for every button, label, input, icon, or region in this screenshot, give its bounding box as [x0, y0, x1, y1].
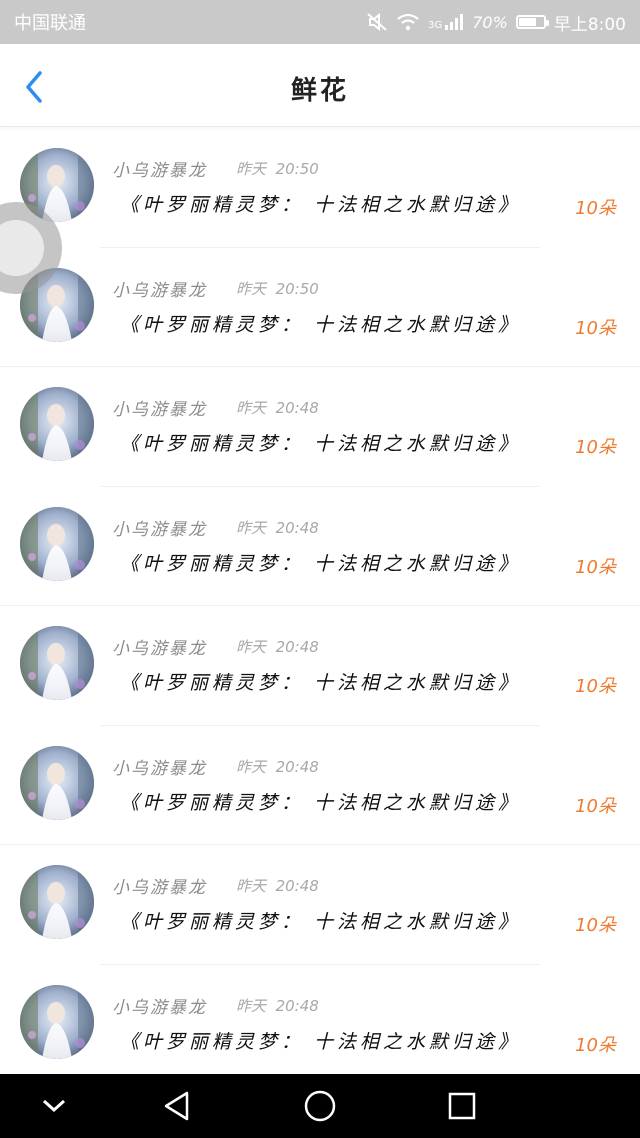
sender-username[interactable]: 小乌游暴龙	[112, 634, 207, 659]
sent-day: 昨天	[236, 279, 267, 298]
sent-day: 昨天	[236, 877, 267, 895]
sent-clock: 20:48	[275, 638, 319, 656]
flower-count: 10朵	[575, 317, 616, 339]
sent-day: 昨天	[236, 518, 267, 537]
home-circle-icon	[304, 1090, 336, 1122]
mute-icon	[366, 12, 388, 32]
book-title[interactable]: 《叶罗丽精灵梦： 十法相之水默归途》	[120, 788, 521, 815]
avatar[interactable]	[20, 506, 94, 581]
book-title[interactable]: 《叶罗丽精灵梦： 十法相之水默归途》	[120, 907, 521, 934]
list-item[interactable]: 小乌游暴龙 昨天 20:50 《叶罗丽精灵梦： 十法相之水默归途》 10朵	[0, 248, 640, 367]
battery-percent: 70%	[472, 12, 508, 32]
sent-clock: 20:48	[275, 518, 319, 537]
flower-count: 10朵	[575, 1034, 616, 1056]
book-title[interactable]: 《叶罗丽精灵梦： 十法相之水默归途》	[120, 310, 521, 337]
flower-count: 10朵	[575, 795, 616, 817]
status-icons: 3G 70% 早上8:00	[366, 10, 626, 35]
avatar[interactable]	[20, 984, 94, 1059]
flower-count: 10朵	[575, 915, 616, 936]
sent-time: 昨天 20:48	[236, 397, 319, 418]
avatar[interactable]	[20, 387, 94, 461]
flower-count: 10朵	[575, 198, 616, 219]
status-time: 早上8:00	[553, 14, 626, 35]
wifi-icon	[396, 13, 420, 31]
book-title[interactable]: 《叶罗丽精灵梦： 十法相之水默归途》	[120, 668, 521, 695]
nav-recents-button[interactable]	[444, 1088, 480, 1124]
sent-time: 昨天 20:50	[236, 278, 319, 299]
sent-day: 昨天	[236, 638, 267, 656]
book-title[interactable]: 《叶罗丽精灵梦： 十法相之水默归途》	[120, 1027, 521, 1054]
system-nav-bar	[0, 1074, 640, 1138]
sent-time: 昨天 20:48	[236, 517, 319, 538]
back-triangle-icon	[164, 1091, 189, 1121]
battery-icon	[515, 15, 549, 29]
nav-back-button[interactable]	[160, 1088, 196, 1124]
avatar[interactable]	[20, 626, 94, 700]
sent-day: 昨天	[236, 160, 267, 178]
book-title[interactable]: 《叶罗丽精灵梦： 十法相之水默归途》	[120, 190, 521, 217]
page-title: 鲜花	[290, 76, 349, 106]
list-item[interactable]: 小乌游暴龙 昨天 20:48 《叶罗丽精灵梦： 十法相之水默归途》 10朵	[0, 845, 640, 965]
sender-username[interactable]: 小乌游暴龙	[112, 873, 207, 898]
floating-assist-inner	[0, 220, 44, 276]
list-item[interactable]: 小乌游暴龙 昨天 20:48 《叶罗丽精灵梦： 十法相之水默归途》 10朵	[0, 965, 640, 1073]
sender-username[interactable]: 小乌游暴龙	[112, 156, 207, 181]
sent-time: 昨天 20:48	[236, 756, 319, 777]
sent-clock: 20:48	[275, 399, 319, 417]
status-bar: 中国联通 3G 70% 早上8:00	[0, 0, 640, 44]
sent-clock: 20:48	[275, 877, 319, 895]
carrier-label: 中国联通	[14, 13, 86, 34]
sent-clock: 20:48	[275, 996, 319, 1015]
list-item[interactable]: 小乌游暴龙 昨天 20:50 《叶罗丽精灵梦： 十法相之水默归途》 10朵	[0, 128, 640, 248]
sender-username[interactable]: 小乌游暴龙	[112, 395, 207, 420]
collapse-nav-button[interactable]	[36, 1088, 72, 1124]
sender-username[interactable]: 小乌游暴龙	[112, 754, 207, 779]
network-label: 3G	[428, 19, 443, 31]
avatar[interactable]	[20, 865, 94, 939]
flower-count: 10朵	[575, 437, 616, 458]
sent-day: 昨天	[236, 996, 267, 1015]
sent-clock: 20:48	[275, 757, 319, 776]
sent-day: 昨天	[236, 757, 267, 776]
sent-time: 昨天 20:48	[236, 636, 319, 657]
flower-count: 10朵	[575, 556, 616, 578]
sent-time: 昨天 20:50	[236, 158, 319, 179]
signal-icon	[444, 13, 464, 31]
sent-time: 昨天 20:48	[236, 875, 319, 896]
list-item[interactable]: 小乌游暴龙 昨天 20:48 《叶罗丽精灵梦： 十法相之水默归途》 10朵	[0, 726, 640, 845]
battery-level	[518, 18, 536, 26]
top-header: 鲜花	[0, 44, 640, 127]
sender-username[interactable]: 小乌游暴龙	[112, 515, 207, 540]
flower-record-list: 小乌游暴龙 昨天 20:50 《叶罗丽精灵梦： 十法相之水默归途》 10朵 小乌…	[0, 128, 640, 1072]
list-item[interactable]: 小乌游暴龙 昨天 20:48 《叶罗丽精灵梦： 十法相之水默归途》 10朵	[0, 487, 640, 606]
sender-username[interactable]: 小乌游暴龙	[112, 993, 207, 1018]
sent-clock: 20:50	[275, 279, 319, 298]
sent-day: 昨天	[236, 399, 267, 417]
chevron-down-icon	[42, 1099, 66, 1113]
book-title[interactable]: 《叶罗丽精灵梦： 十法相之水默归途》	[120, 429, 521, 456]
sender-username[interactable]: 小乌游暴龙	[112, 276, 207, 301]
list-item[interactable]: 小乌游暴龙 昨天 20:48 《叶罗丽精灵梦： 十法相之水默归途》 10朵	[0, 367, 640, 487]
nav-home-button[interactable]	[302, 1088, 338, 1124]
flower-count: 10朵	[575, 676, 616, 697]
list-item[interactable]: 小乌游暴龙 昨天 20:48 《叶罗丽精灵梦： 十法相之水默归途》 10朵	[0, 606, 640, 726]
recents-square-icon	[448, 1092, 476, 1120]
sent-clock: 20:50	[275, 160, 319, 178]
avatar[interactable]	[20, 745, 94, 820]
book-title[interactable]: 《叶罗丽精灵梦： 十法相之水默归途》	[120, 549, 521, 576]
sent-time: 昨天 20:48	[236, 995, 319, 1016]
